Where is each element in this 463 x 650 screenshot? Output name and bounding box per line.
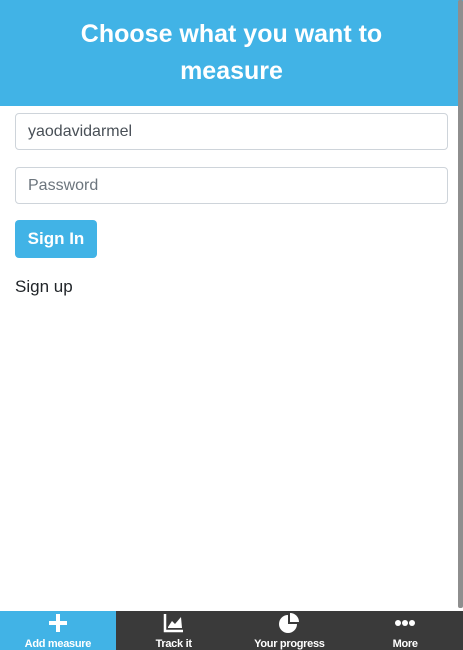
sign-up-link[interactable]: Sign up bbox=[15, 277, 448, 297]
tab-your-progress[interactable]: Your progress bbox=[232, 611, 348, 650]
plus-icon bbox=[48, 614, 67, 632]
tab-label: Track it bbox=[155, 638, 192, 650]
username-input[interactable] bbox=[15, 113, 448, 150]
tab-label: More bbox=[392, 638, 418, 650]
tab-track-it[interactable]: Track it bbox=[116, 611, 232, 650]
tab-label: Add measure bbox=[24, 638, 92, 650]
page-header: Choose what you want to measure bbox=[0, 0, 463, 106]
scrollbar[interactable] bbox=[458, 0, 463, 608]
password-input[interactable] bbox=[15, 167, 448, 204]
tab-label: Your progress bbox=[254, 638, 325, 650]
app-screen: Choose what you want to measure Sign In … bbox=[0, 0, 463, 650]
login-form: Sign In Sign up bbox=[15, 113, 448, 297]
bottom-tab-bar: Add measure Track it Your progress More bbox=[0, 611, 463, 650]
pie-chart-icon bbox=[279, 613, 300, 633]
tab-add-measure[interactable]: Add measure bbox=[0, 611, 116, 650]
tab-more[interactable]: More bbox=[347, 611, 463, 650]
sign-in-button[interactable]: Sign In bbox=[15, 220, 97, 258]
more-icon bbox=[395, 620, 416, 626]
chart-icon bbox=[163, 614, 183, 633]
page-title: Choose what you want to measure bbox=[80, 20, 383, 85]
